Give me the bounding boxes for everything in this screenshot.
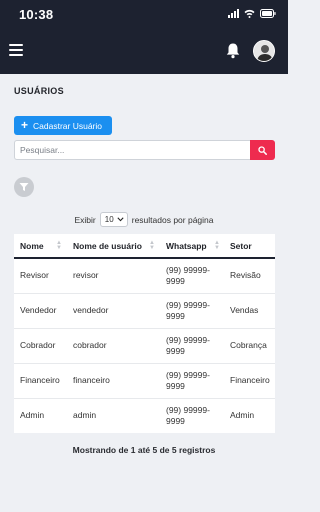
signal-icon (228, 9, 239, 18)
table-row[interactable]: Revisor revisor (99) 99999-9999 Revisão (14, 258, 275, 293)
page-title: USUÁRIOS (14, 86, 64, 96)
cell-setor: Cobrança (224, 327, 275, 363)
plus-icon: + (21, 118, 29, 132)
cell-whatsapp: (99) 99999-9999 (160, 327, 224, 363)
cell-nome: Revisor (20, 270, 49, 281)
page-length-control: Exibir 10 resultados por página (0, 212, 288, 227)
cell-nome-de-usuario: financeiro (67, 362, 160, 398)
status-time: 10:38 (19, 7, 54, 22)
cell-whatsapp: (99) 99999-9999 (160, 397, 224, 433)
cell-whatsapp: (99) 99999-9999 (166, 264, 210, 286)
search-icon (258, 145, 267, 155)
column-header-setor[interactable]: Setor▲▼ (224, 234, 275, 259)
cell-nome-de-usuario: admin (67, 397, 160, 433)
cell-nome-de-usuario: vendedor (67, 292, 160, 328)
status-bar: 10:38 (0, 0, 288, 30)
table-row[interactable]: Cobrador cobrador (99) 99999-9999 Cobran… (14, 327, 275, 363)
table-row[interactable]: Financeiro financeiro (99) 99999-9999 Fi… (14, 362, 275, 398)
page-length-value: 10 (104, 215, 114, 224)
filter-icon (19, 183, 29, 191)
sort-icon: ▲ ▼ (214, 240, 220, 251)
cell-whatsapp: (99) 99999-9999 (160, 362, 224, 398)
wifi-icon (244, 9, 255, 18)
column-header-nome[interactable]: Nome ▲ ▼ (14, 234, 67, 259)
column-header-nome-de-usuario[interactable]: Nome de usuário ▲ ▼ (67, 234, 160, 259)
notifications-bell-icon[interactable] (225, 42, 241, 60)
page-length-select[interactable]: 10 (99, 212, 128, 227)
cell-setor: Financeiro (224, 362, 275, 398)
table-row[interactable]: Vendedor vendedor (99) 99999-9999 Vendas (14, 292, 275, 328)
cell-nome: Cobrador (14, 327, 67, 363)
app-header (0, 30, 288, 74)
table-info: Mostrando de 1 até 5 de 5 registros (72, 445, 216, 455)
cell-nome: Financeiro (14, 362, 67, 398)
sort-icon: ▲ ▼ (149, 240, 155, 251)
menu-icon[interactable] (9, 43, 23, 57)
battery-icon (260, 9, 276, 18)
user-avatar[interactable] (253, 40, 275, 62)
cell-setor: Revisão (230, 270, 261, 281)
column-header-whatsapp[interactable]: Whatsapp ▲ ▼ (160, 234, 224, 259)
cell-setor: Admin (224, 397, 275, 433)
status-icons (228, 9, 276, 18)
cell-setor: Vendas (224, 292, 275, 328)
users-table: Nome ▲ ▼ Nome de usuário ▲ ▼ Whatsapp ▲ ▼ Seto… (14, 234, 275, 433)
cell-nome: Admin (14, 397, 67, 433)
search-button[interactable] (250, 140, 275, 160)
table-header-row: Nome ▲ ▼ Nome de usuário ▲ ▼ Whatsapp ▲ ▼ Seto… (14, 234, 275, 259)
sort-icon: ▲ ▼ (56, 240, 62, 251)
add-user-button[interactable]: + Cadastrar Usuário (14, 116, 112, 135)
search-input[interactable] (14, 140, 250, 160)
add-user-button-label: Cadastrar Usuário (33, 120, 102, 131)
cell-nome: Vendedor (14, 292, 67, 328)
cell-nome-de-usuario: revisor (73, 270, 99, 281)
table-row[interactable]: Admin admin (99) 99999-9999 Admin (14, 397, 275, 433)
length-prefix: Exibir (74, 214, 96, 225)
chevron-down-icon (117, 217, 124, 222)
filter-button[interactable] (14, 177, 34, 197)
length-suffix: resultados por página (131, 214, 214, 225)
cell-whatsapp: (99) 99999-9999 (160, 292, 224, 328)
cell-nome-de-usuario: cobrador (67, 327, 160, 363)
